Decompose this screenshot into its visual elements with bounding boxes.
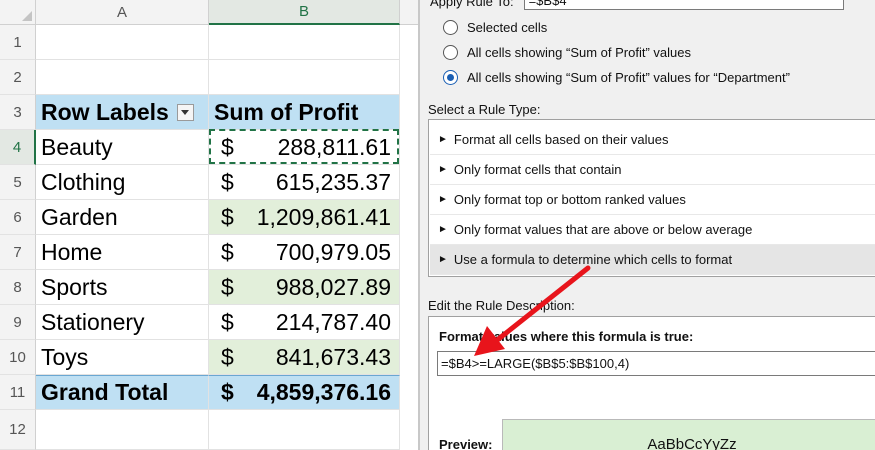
apply-rule-to-input[interactable]: =$B$4 <box>523 0 844 10</box>
amount: 288,811.61 <box>277 133 391 160</box>
cell-b2[interactable] <box>209 60 400 95</box>
row-header-3[interactable]: 3 <box>0 95 36 130</box>
radio-all-cells-sum-of-profit[interactable]: All cells showing “Sum of Profit” values <box>443 45 691 60</box>
rule-type-item-selected[interactable]: ► Use a formula to determine which cells… <box>430 245 875 275</box>
currency-symbol: $ <box>221 238 234 265</box>
triangle-right-icon: ► <box>438 224 448 235</box>
formula-input[interactable]: =$B4>=LARGE($B$5:$B$100,4) <box>437 351 875 376</box>
rule-type-label: Format all cells based on their values <box>453 132 669 147</box>
pivot-row-label[interactable]: Stationery <box>36 305 209 340</box>
currency-symbol: $ <box>221 308 234 335</box>
currency-symbol: $ <box>221 343 234 370</box>
row-header-10[interactable]: 10 <box>0 340 36 375</box>
currency-symbol: $ <box>221 168 234 195</box>
radio-label: All cells showing “Sum of Profit” values… <box>467 70 790 85</box>
format-values-title: Format values where this formula is true… <box>439 329 694 344</box>
rule-type-label: Only format values that are above or bel… <box>453 222 753 237</box>
amount: 214,787.40 <box>275 308 391 335</box>
row-header-9[interactable]: 9 <box>0 305 36 340</box>
rule-type-item[interactable]: ► Only format cells that contain <box>430 155 875 185</box>
row-header-5[interactable]: 5 <box>0 165 36 200</box>
amount: 988,027.89 <box>275 273 391 300</box>
pivot-row-value[interactable]: $ 214,787.40 <box>209 305 400 340</box>
apply-rule-to-label: Apply Rule To: <box>430 0 514 9</box>
triangle-right-icon: ► <box>438 164 448 175</box>
amount: 841,673.43 <box>275 343 391 370</box>
cell-a12[interactable] <box>36 410 209 450</box>
currency-symbol: $ <box>221 203 234 230</box>
column-header-c[interactable] <box>400 0 418 25</box>
preview-label: Preview: <box>439 437 493 450</box>
column-header-b[interactable]: B <box>209 0 400 25</box>
pivot-row-label[interactable]: Garden <box>36 200 209 235</box>
radio-button-icon[interactable] <box>443 45 458 60</box>
cell-a2[interactable] <box>36 60 209 95</box>
row-header-2[interactable]: 2 <box>0 60 36 95</box>
radio-all-cells-for-department[interactable]: All cells showing “Sum of Profit” values… <box>443 70 790 85</box>
triangle-right-icon: ► <box>438 194 448 205</box>
amount: 615,235.37 <box>275 168 391 195</box>
pivot-header-row-labels[interactable]: Row Labels <box>36 95 209 130</box>
rule-type-label: Only format top or bottom ranked values <box>453 192 686 207</box>
select-all-corner[interactable] <box>0 0 36 25</box>
row-labels-text: Row Labels <box>41 98 169 125</box>
new-formatting-rule-dialog: Apply Rule To: =$B$4 Selected cells All … <box>420 0 875 450</box>
rule-type-list: ► Format all cells based on their values… <box>428 119 875 277</box>
pivot-row-label[interactable]: Sports <box>36 270 209 305</box>
column-header-a[interactable]: A <box>36 0 209 25</box>
grand-total-label[interactable]: Grand Total <box>36 375 209 410</box>
currency-symbol: $ <box>221 273 234 300</box>
rule-type-label: Only format cells that contain <box>453 162 622 177</box>
radio-label: Selected cells <box>467 20 548 35</box>
filter-dropdown-icon[interactable] <box>176 103 194 121</box>
pivot-row-value-highlighted[interactable]: $ 988,027.89 <box>209 270 400 305</box>
amount: 700,979.05 <box>275 238 391 265</box>
triangle-right-icon: ► <box>438 134 448 145</box>
pivot-row-value[interactable]: $ 615,235.37 <box>209 165 400 200</box>
radio-button-selected-icon[interactable] <box>443 70 458 85</box>
currency-symbol: $ <box>221 379 234 405</box>
row-header-8[interactable]: 8 <box>0 270 36 305</box>
pivot-row-value-highlighted[interactable]: $ 841,673.43 <box>209 340 400 375</box>
rule-type-item[interactable]: ► Format all cells based on their values <box>430 125 875 155</box>
row-header-1[interactable]: 1 <box>0 25 36 60</box>
currency-symbol: $ <box>221 133 234 160</box>
row-header-4[interactable]: 4 <box>0 130 36 165</box>
amount: 1,209,861.41 <box>256 203 391 230</box>
pivot-row-label[interactable]: Clothing <box>36 165 209 200</box>
rule-type-item[interactable]: ► Only format values that are above or b… <box>430 215 875 245</box>
pivot-row-label[interactable]: Toys <box>36 340 209 375</box>
row-header-7[interactable]: 7 <box>0 235 36 270</box>
pivot-row-label[interactable]: Home <box>36 235 209 270</box>
radio-selected-cells[interactable]: Selected cells <box>443 20 547 35</box>
preview-sample: AaBbCcYyZz <box>502 419 875 450</box>
cell-b12[interactable] <box>209 410 400 450</box>
row-header-12[interactable]: 12 <box>0 410 36 450</box>
pivot-row-value[interactable]: $ 288,811.61 <box>209 130 400 165</box>
edit-rule-description-title: Edit the Rule Description: <box>428 298 575 313</box>
pivot-row-value[interactable]: $ 700,979.05 <box>209 235 400 270</box>
triangle-right-icon: ► <box>438 254 448 265</box>
pivot-row-value-highlighted[interactable]: $ 1,209,861.41 <box>209 200 400 235</box>
apply-rule-to-row: Apply Rule To: =$B$4 <box>430 0 844 10</box>
row-header-11[interactable]: 11 <box>0 375 36 410</box>
radio-button-icon[interactable] <box>443 20 458 35</box>
select-rule-type-title: Select a Rule Type: <box>428 102 541 117</box>
spreadsheet-grid: A B 1 2 3 4 5 6 7 8 9 10 11 12 Row Label… <box>0 0 418 450</box>
radio-label: All cells showing “Sum of Profit” values <box>467 45 691 60</box>
amount: 4,859,376.16 <box>256 379 391 405</box>
rule-description-panel: Format values where this formula is true… <box>428 316 875 450</box>
grand-total-value[interactable]: $ 4,859,376.16 <box>209 375 400 410</box>
pivot-row-label[interactable]: Beauty <box>36 130 209 165</box>
cell-b1[interactable] <box>209 25 400 60</box>
rule-type-item[interactable]: ► Only format top or bottom ranked value… <box>430 185 875 215</box>
rule-type-label: Use a formula to determine which cells t… <box>453 252 733 267</box>
cell-a1[interactable] <box>36 25 209 60</box>
pivot-header-sum-of-profit[interactable]: Sum of Profit <box>209 95 400 130</box>
row-header-6[interactable]: 6 <box>0 200 36 235</box>
